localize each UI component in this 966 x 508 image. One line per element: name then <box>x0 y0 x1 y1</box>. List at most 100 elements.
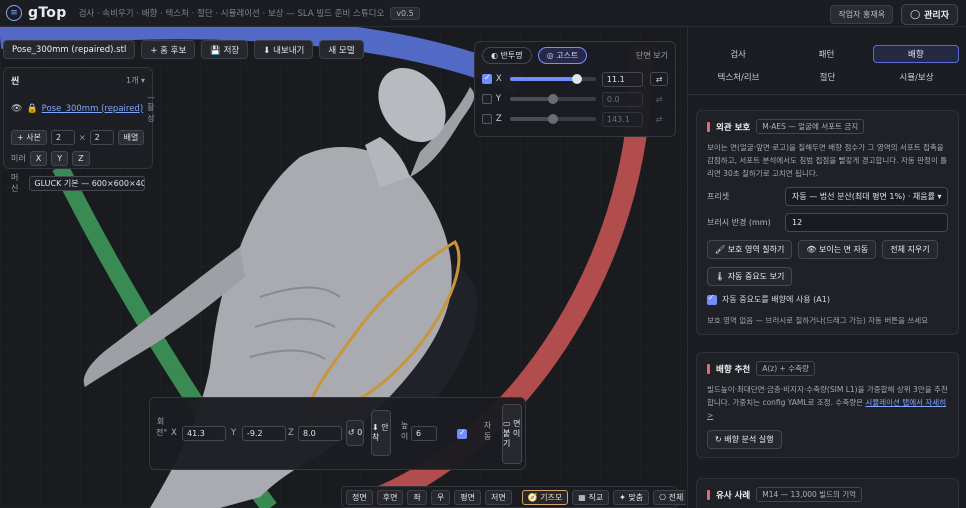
fit-button[interactable]: ✦ 맞춤 <box>613 489 650 505</box>
new-model-button[interactable]: 새 모델 <box>319 40 364 59</box>
scene-title: 씬 <box>11 77 20 87</box>
admin-label: 관리자 <box>924 11 949 21</box>
lock-icon[interactable]: 🔒 <box>26 104 37 114</box>
axis-name: Z <box>495 114 502 124</box>
swap-icon[interactable]: ⇄ <box>650 92 668 106</box>
orient-description: 빌드높이·최대단면·금층·비지지·수축량(SIM L1)을 가중합해 상위 3안… <box>707 385 948 420</box>
view-top-button[interactable]: 평면 <box>454 489 481 505</box>
admin-button[interactable]: ◯ 관리자 <box>901 4 958 25</box>
brush-radius-input[interactable]: 12 <box>785 213 948 232</box>
mirror-z-button[interactable]: Z <box>72 151 90 166</box>
shield-icon: ◯ <box>910 9 921 20</box>
reset-rotation-button[interactable]: ↺ 0 <box>346 420 364 446</box>
view-left-button[interactable]: 좌 <box>407 489 427 505</box>
orient-title: 배향 추천 <box>716 364 751 375</box>
view-bar: 정면 후면 좌 우 평면 저면 🧭 기즈모 ▦ 직교 ✦ 맞춤 ⎔ 전체 <box>341 486 686 508</box>
model-link[interactable]: Pose_300mm (repaired) <box>42 104 144 114</box>
candidate-button[interactable]: + 홈 후보 <box>141 40 196 59</box>
tab-cut[interactable]: 절단 <box>785 68 870 86</box>
full-button[interactable]: ⎔ 전체 <box>653 489 686 505</box>
preset-label: 프리셋 <box>707 192 730 201</box>
view-back-button[interactable]: 후면 <box>376 489 404 505</box>
top-nav-description: 검사 · 속비우기 · 배향 · 텍스처 · 절단 · 시뮬레이션 · 보상 —… <box>78 9 385 19</box>
file-name-button[interactable]: Pose_300mm (repaired).stl <box>3 40 136 59</box>
cross-section-panel: ◐ 반투명 ◎ 고스트 단면 보기 X 11.1 ⇄ Y 0.0 ⇄ Z 143.1 ⇄ <box>474 41 676 137</box>
axis-y-value[interactable]: 0.0 <box>601 91 644 107</box>
height-input[interactable]: 6 <box>411 426 437 441</box>
tab-divider <box>688 94 966 95</box>
axis-row-y: Y 0.0 ⇄ <box>482 91 668 107</box>
scene-count-dropdown[interactable]: 1개 ▾ <box>126 75 145 86</box>
save-button[interactable]: 💾 저장 <box>201 40 249 59</box>
arrange-button[interactable]: 배열 <box>117 130 145 145</box>
axis-z-checkbox[interactable] <box>482 114 492 124</box>
auto-checkbox[interactable] <box>457 428 467 439</box>
view-front-button[interactable]: 정면 <box>346 489 373 505</box>
mirror-y-button[interactable]: Y <box>51 151 69 166</box>
face-attach-button[interactable]: ▭ 면 붙 이 기 <box>502 404 522 464</box>
axis-y-checkbox[interactable] <box>482 94 492 104</box>
copies-a-input[interactable]: 2 <box>50 130 75 145</box>
axis-row-x: X 11.1 ⇄ <box>482 71 668 87</box>
paint-button[interactable]: 🖌 보호 영역 칠하기 <box>707 240 793 259</box>
user-badge[interactable]: 작업자 홍재옥 <box>830 5 894 24</box>
swap-icon[interactable]: ⇄ <box>650 72 668 86</box>
axis-x-checkbox[interactable] <box>482 73 492 84</box>
3d-viewport[interactable]: Pose_300mm (repaired).stl + 홈 후보 💾 저장 ⬇ … <box>0 27 686 508</box>
section-marker <box>707 489 710 500</box>
visible-auto-button[interactable]: 👁 보이는 면 자동 <box>798 240 877 259</box>
axis-z-value[interactable]: 143.1 <box>601 111 644 127</box>
translucent-toggle[interactable]: ◐ 반투명 <box>482 47 532 64</box>
machine-select[interactable]: GLUCK 기본 — 600×600×400 ▾ <box>29 175 145 191</box>
importance-button[interactable]: 🌡 자동 중요도 보기 <box>707 267 793 286</box>
importance-checkbox[interactable] <box>707 293 717 305</box>
rotate-z-input[interactable]: 8.0 <box>298 426 342 441</box>
swap-icon[interactable]: ⇄ <box>650 112 668 126</box>
tab-orient[interactable]: 배향 <box>872 45 959 63</box>
ortho-toggle[interactable]: ▦ 직교 <box>572 489 610 505</box>
scene-panel: 씬 1개 ▾ 👁 🔒 Pose_300mm (repaired) — 활성 + … <box>3 67 155 193</box>
axis-row-z: Z 143.1 ⇄ <box>482 111 668 127</box>
eye-icon[interactable]: 👁 <box>11 104 22 114</box>
tab-pattern[interactable]: 패턴 <box>784 45 868 63</box>
copy-button[interactable]: + 사본 <box>11 130 47 145</box>
section-marker <box>707 121 710 132</box>
tab-sim[interactable]: 시뮬/보상 <box>874 68 959 86</box>
transform-panel: 회 전° X 41.3 Y -9.2 Z 8.0 ↺ 0 ⬇ 안 착 높 이 6… <box>149 397 526 470</box>
importance-checkbox-label: 자동 중요도를 배향에 사용 (A1) <box>722 295 830 304</box>
auto-label: 자 동 <box>483 421 492 441</box>
tab-bar: 검사 패턴 배향 텍스처/리브 절단 시뮬/보상 <box>696 45 959 91</box>
export-button[interactable]: ⬇ 내보내기 <box>254 40 314 59</box>
right-panel: 검사 패턴 배향 텍스처/리브 절단 시뮬/보상 외관 보호 M-AES — 얼… <box>687 27 966 508</box>
axis-x-slider[interactable] <box>509 74 596 84</box>
brush-label: 브러시 반경 (mm) <box>707 218 771 227</box>
orient-tag: A(z) + 수축량 <box>756 361 815 376</box>
run-orient-button[interactable]: ↻ 배향 분석 실행 <box>707 430 782 449</box>
copies-b-input[interactable]: 2 <box>89 130 114 145</box>
orient-card: 배향 추천 A(z) + 수축량 빌드높이·최대단면·금층·비지지·수축량(SI… <box>696 352 959 458</box>
logo-icon: ≡ <box>6 5 22 21</box>
similar-card: 유사 사례 M14 — 13,000 빌드의 기억 <box>696 478 959 508</box>
cross-section-label: 단면 보기 <box>636 51 668 60</box>
tab-texture[interactable]: 텍스처/리브 <box>696 68 781 86</box>
settle-button[interactable]: ⬇ 안 착 <box>371 410 391 456</box>
view-bottom-button[interactable]: 저면 <box>484 489 512 505</box>
clear-all-button[interactable]: 전체 지우기 <box>882 240 938 259</box>
axis-x-value[interactable]: 11.1 <box>601 71 644 87</box>
mirror-x-button[interactable]: X <box>29 151 48 166</box>
tab-inspect[interactable]: 검사 <box>696 45 780 63</box>
axis-z-slider[interactable] <box>509 114 596 124</box>
machine-label: 머신 <box>11 173 19 193</box>
times-sign: × <box>78 133 86 142</box>
app-logo[interactable]: ≡ gTop <box>6 5 67 21</box>
height-label: 높 이 <box>400 421 409 441</box>
view-right-button[interactable]: 우 <box>430 489 451 505</box>
rotate-x-input[interactable]: 41.3 <box>182 426 226 441</box>
preset-select[interactable]: 자동 — 법선 분산(최대 평면 1%) · 채움률 ▾ <box>785 187 948 206</box>
axis-name: Y <box>495 94 502 104</box>
gizmo-toggle[interactable]: 🧭 기즈모 <box>521 489 569 505</box>
axis-y-slider[interactable] <box>509 94 596 104</box>
rotate-y-input[interactable]: -9.2 <box>242 426 286 441</box>
ghost-toggle[interactable]: ◎ 고스트 <box>537 47 588 64</box>
appearance-title: 외관 보호 <box>716 122 751 133</box>
